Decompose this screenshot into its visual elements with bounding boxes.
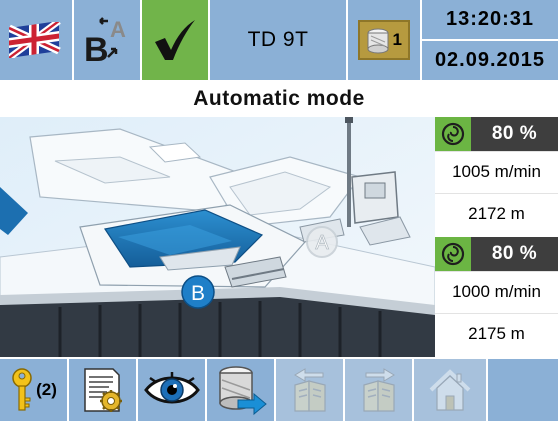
green-checkmark-icon xyxy=(155,20,195,60)
machine-illustration: A B xyxy=(0,117,435,357)
access-level-label: (2) xyxy=(36,380,57,399)
top-bar: B A TD 9T 1 13:20:31 02.09.2015 xyxy=(0,0,558,80)
document-gear-icon xyxy=(83,368,122,412)
speed-row-b: 1000 m/min xyxy=(435,271,558,311)
settings-report-button[interactable] xyxy=(69,359,136,421)
toolbar-filler xyxy=(488,359,558,421)
next-page-button[interactable] xyxy=(345,359,412,421)
speed-value-b: 1000 m/min xyxy=(452,281,541,301)
package-counter: 1 xyxy=(358,20,410,60)
position-b-label: B xyxy=(191,282,205,305)
status-ok-indicator xyxy=(142,0,208,80)
machine-name: TD 9T xyxy=(247,28,309,51)
switch-letter-a: A xyxy=(110,17,126,42)
length-value-b: 2175 m xyxy=(468,323,525,343)
position-b-marker[interactable]: B xyxy=(181,275,215,309)
home-icon xyxy=(429,369,471,411)
efficiency-row-a: 80 % xyxy=(435,117,558,151)
clock-date-field: 02.09.2015 xyxy=(422,41,558,80)
package-count: 1 xyxy=(392,30,402,49)
machine-name-field: TD 9T xyxy=(210,0,346,80)
speed-value-a: 1005 m/min xyxy=(452,161,541,181)
position-a-label: A xyxy=(315,232,329,254)
uk-flag-icon xyxy=(9,22,61,58)
efficiency-value-a: 80 % xyxy=(471,117,558,151)
status-panel: 80 % 1005 m/min 2172 m 80 % 1000 m/min 2… xyxy=(435,117,558,357)
page-back-icon xyxy=(293,368,326,412)
mode-bar: Automatic mode xyxy=(0,80,558,117)
previous-page-button[interactable] xyxy=(276,359,343,421)
spool-icon xyxy=(367,28,389,54)
position-a-marker[interactable]: A xyxy=(306,226,338,258)
clock-date: 02.09.2015 xyxy=(434,49,546,71)
efficiency-row-b: 80 % xyxy=(435,237,558,271)
efficiency-swirl-icon xyxy=(435,237,471,271)
speed-row-a: 1005 m/min xyxy=(435,151,558,191)
hmi-screen: B A TD 9T 1 13:20:31 02.09.2015 Automati… xyxy=(0,0,558,421)
clock-time-field: 13:20:31 xyxy=(422,0,558,39)
position-switch-button[interactable]: B A xyxy=(74,0,140,80)
clock-time: 13:20:31 xyxy=(445,8,535,30)
home-button[interactable] xyxy=(414,359,486,421)
package-transfer-button[interactable] xyxy=(207,359,274,421)
key-icon xyxy=(12,368,32,411)
key-access-button[interactable]: (2) xyxy=(0,359,67,421)
switch-b-to-a-icon: B A xyxy=(84,17,126,67)
view-button[interactable] xyxy=(138,359,205,421)
machine-view[interactable]: A B xyxy=(0,117,435,357)
page-forward-icon xyxy=(362,368,395,412)
switch-letter-b: B xyxy=(84,31,109,67)
mode-title: Automatic mode xyxy=(193,86,365,110)
length-row-b: 2175 m xyxy=(435,313,558,353)
efficiency-value-b: 80 % xyxy=(471,237,558,271)
efficiency-swirl-icon xyxy=(435,117,471,151)
eye-icon xyxy=(143,372,200,404)
package-counter-button[interactable]: 1 xyxy=(348,0,420,80)
length-row-a: 2172 m xyxy=(435,193,558,233)
package-arrow-icon xyxy=(218,366,267,416)
length-value-a: 2172 m xyxy=(468,203,525,223)
language-button[interactable] xyxy=(0,0,72,80)
bottom-toolbar: (2) xyxy=(0,357,558,421)
